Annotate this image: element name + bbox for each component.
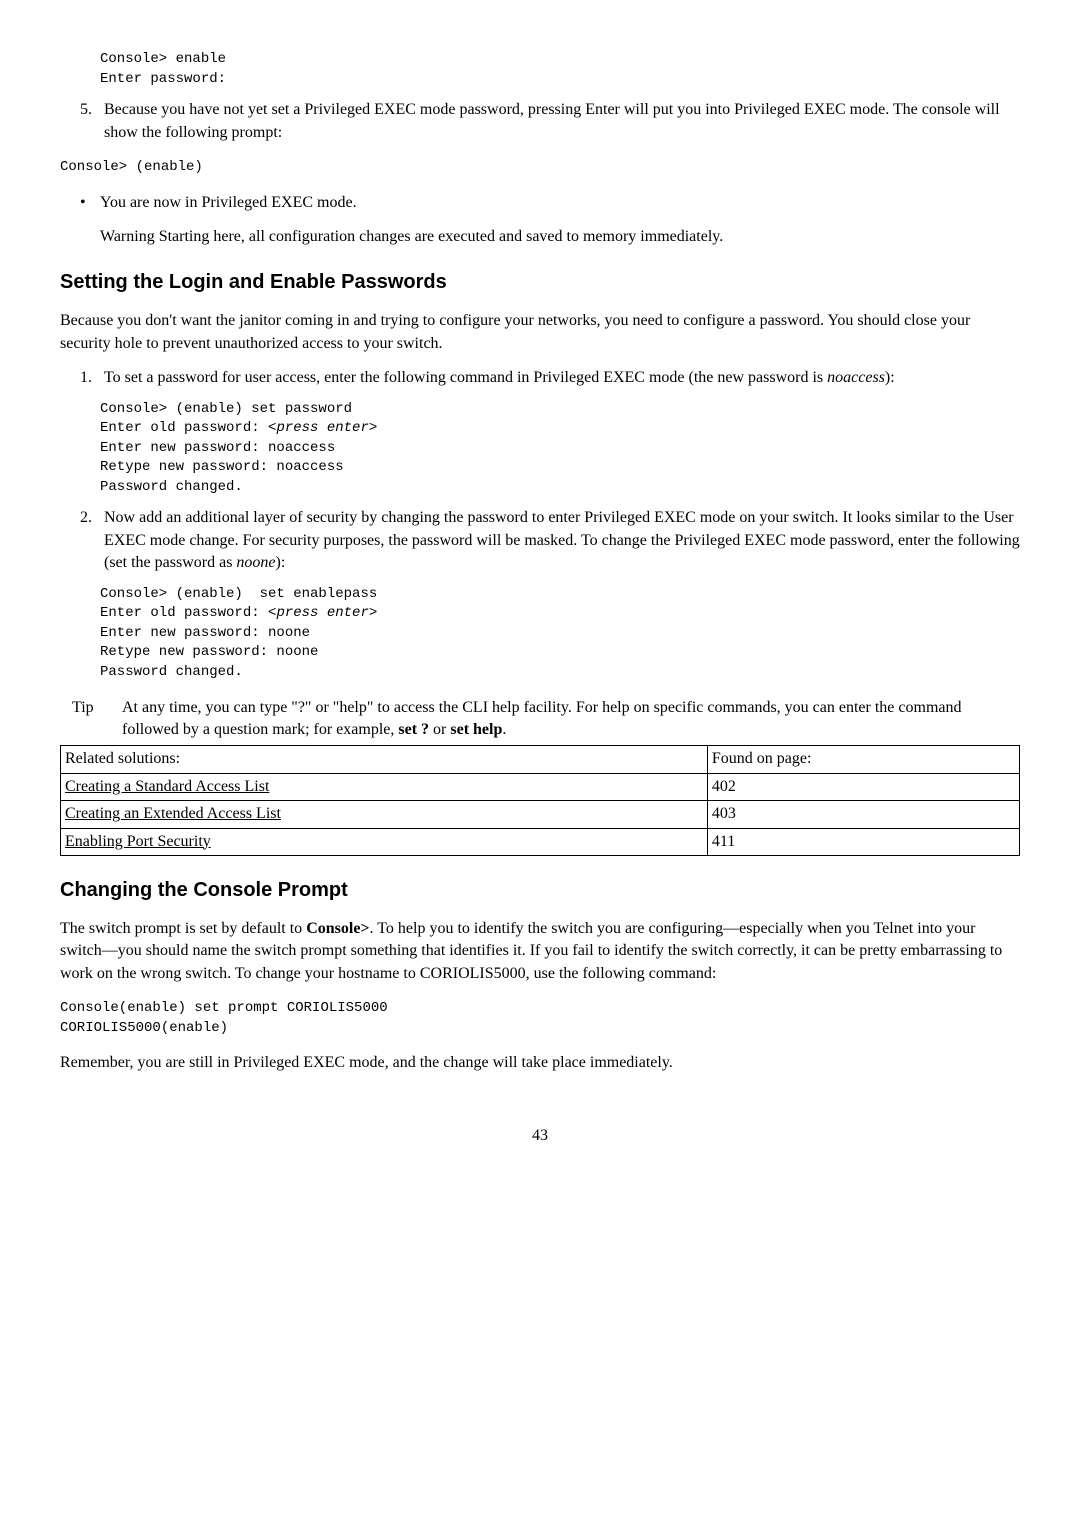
code-italic: press enter bbox=[276, 605, 368, 621]
table-cell: Creating an Extended Access List bbox=[61, 801, 708, 828]
text: At any time, you can type "?" or "help" … bbox=[122, 699, 962, 738]
table-row: Enabling Port Security 411 bbox=[61, 828, 1020, 855]
text: To set a password for user access, enter… bbox=[104, 369, 827, 386]
tip-content: At any time, you can type "?" or "help" … bbox=[122, 697, 1020, 742]
paragraph-intro-passwords: Because you don't want the janitor comin… bbox=[60, 310, 1020, 355]
table-header-row: Related solutions: Found on page: bbox=[61, 746, 1020, 773]
text-bold: set help bbox=[450, 721, 502, 738]
code-block-set-prompt: Console(enable) set prompt CORIOLIS5000 … bbox=[60, 999, 1020, 1038]
step-text: To set a password for user access, enter… bbox=[104, 367, 1020, 389]
code-block-set-enablepass: Console> (enable) set enablepass Enter o… bbox=[100, 585, 1020, 683]
table-cell: Creating a Standard Access List bbox=[61, 773, 708, 800]
bullet-mark: • bbox=[80, 192, 100, 214]
step-number: 1. bbox=[80, 367, 104, 389]
page-number: 43 bbox=[60, 1125, 1020, 1147]
text: ): bbox=[276, 554, 286, 571]
paragraph-remember: Remember, you are still in Privileged EX… bbox=[60, 1052, 1020, 1074]
table-cell: 402 bbox=[707, 773, 1019, 800]
bullet-text: You are now in Privileged EXEC mode. bbox=[100, 192, 357, 214]
step-2: 2. Now add an additional layer of securi… bbox=[60, 507, 1020, 574]
link-port-security[interactable]: Enabling Port Security bbox=[65, 833, 211, 850]
step-number: 2. bbox=[80, 507, 104, 574]
code-block-console-enable: Console> (enable) bbox=[60, 158, 1020, 178]
text: . bbox=[502, 721, 506, 738]
text-bold: set ? bbox=[398, 721, 429, 738]
text: The switch prompt is set by default to bbox=[60, 920, 306, 937]
text: or bbox=[429, 721, 450, 738]
code-block-set-password: Console> (enable) set password Enter old… bbox=[100, 400, 1020, 498]
table-row: Creating a Standard Access List 402 bbox=[61, 773, 1020, 800]
step-text: Because you have not yet set a Privilege… bbox=[104, 99, 1020, 144]
heading-setting-passwords: Setting the Login and Enable Passwords bbox=[60, 268, 1020, 296]
bullet-privileged-mode: • You are now in Privileged EXEC mode. bbox=[60, 192, 1020, 214]
table-cell: Enabling Port Security bbox=[61, 828, 708, 855]
text: ): bbox=[885, 369, 895, 386]
warning-label: Warning bbox=[100, 228, 159, 245]
code-italic: press enter bbox=[276, 420, 368, 436]
paragraph-console-prompt: The switch prompt is set by default to C… bbox=[60, 918, 1020, 985]
related-solutions-table: Related solutions: Found on page: Creati… bbox=[60, 745, 1020, 856]
table-header-cell: Related solutions: bbox=[61, 746, 708, 773]
tip-row: Tip At any time, you can type "?" or "he… bbox=[72, 697, 1020, 742]
text-italic: noaccess bbox=[827, 369, 885, 386]
text-italic: noone bbox=[236, 554, 275, 571]
table-header-cell: Found on page: bbox=[707, 746, 1019, 773]
heading-changing-console-prompt: Changing the Console Prompt bbox=[60, 876, 1020, 904]
step-5: 5. Because you have not yet set a Privil… bbox=[60, 99, 1020, 144]
table-cell: 403 bbox=[707, 801, 1019, 828]
table-cell: 411 bbox=[707, 828, 1019, 855]
warning-text: Starting here, all configuration changes… bbox=[159, 228, 724, 245]
table-row: Creating an Extended Access List 403 bbox=[61, 801, 1020, 828]
step-1: 1. To set a password for user access, en… bbox=[60, 367, 1020, 389]
step-number: 5. bbox=[80, 99, 104, 144]
code-block-enable: Console> enable Enter password: bbox=[100, 50, 1020, 89]
text-bold: Console> bbox=[306, 920, 369, 937]
link-standard-access-list[interactable]: Creating a Standard Access List bbox=[65, 778, 269, 795]
step-text: Now add an additional layer of security … bbox=[104, 507, 1020, 574]
tip-label: Tip bbox=[72, 697, 122, 742]
warning-paragraph: Warning Starting here, all configuration… bbox=[100, 226, 1020, 248]
link-extended-access-list[interactable]: Creating an Extended Access List bbox=[65, 805, 281, 822]
